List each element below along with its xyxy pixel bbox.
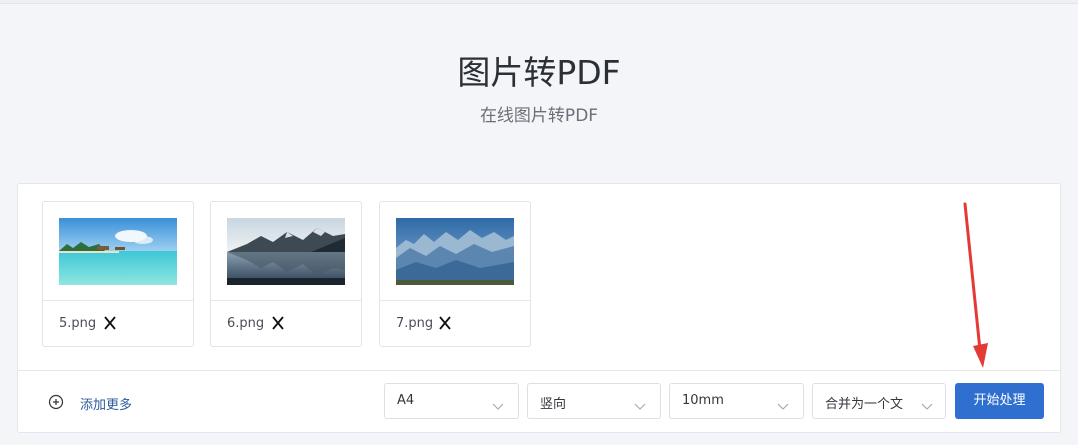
page-subtitle: 在线图片转PDF: [479, 106, 599, 126]
page-size-value: A4: [397, 393, 415, 408]
orientation-select[interactable]: 竖向: [527, 383, 661, 419]
margin-select[interactable]: 10mm: [669, 383, 804, 419]
start-processing-button[interactable]: 开始处理: [955, 383, 1044, 419]
file-name: 7.png: [396, 316, 434, 331]
file-name: 6.png: [227, 316, 265, 331]
mountain-lake-thumbnail: [227, 218, 345, 285]
chevron-down-icon: [921, 396, 933, 410]
thumbnail-area: [43, 202, 193, 301]
merge-mode-select[interactable]: 合并为一个文: [812, 383, 946, 419]
blue-mountains-thumbnail: [396, 218, 514, 285]
plus-circle-icon: [48, 394, 64, 410]
page-title: 图片转PDF: [457, 53, 621, 92]
close-icon[interactable]: [103, 315, 117, 331]
merge-mode-value: 合并为一个文: [825, 397, 904, 412]
close-icon[interactable]: [438, 315, 452, 331]
tropical-beach-thumbnail: [59, 218, 177, 285]
chevron-down-icon: [492, 396, 504, 410]
upload-panel: 5.png 6.png 7.png 添加更多 A4 竖向 10mm 合并为一个文…: [17, 183, 1061, 433]
thumbnail-area: [211, 202, 361, 301]
file-card: 7.png: [379, 201, 531, 347]
file-card: 5.png: [42, 201, 194, 347]
file-card: 6.png: [210, 201, 362, 347]
page-size-select[interactable]: A4: [384, 383, 519, 419]
chevron-down-icon: [777, 396, 789, 410]
chevron-down-icon: [634, 396, 646, 410]
file-name: 5.png: [59, 316, 97, 331]
close-icon[interactable]: [271, 315, 285, 331]
options-toolbar: 添加更多 A4 竖向 10mm 合并为一个文 开始处理: [18, 370, 1060, 432]
orientation-value: 竖向: [540, 397, 567, 412]
top-border: [0, 0, 1078, 4]
add-more-label: 添加更多: [80, 398, 133, 413]
margin-value: 10mm: [682, 393, 724, 408]
thumbnail-area: [380, 202, 530, 301]
